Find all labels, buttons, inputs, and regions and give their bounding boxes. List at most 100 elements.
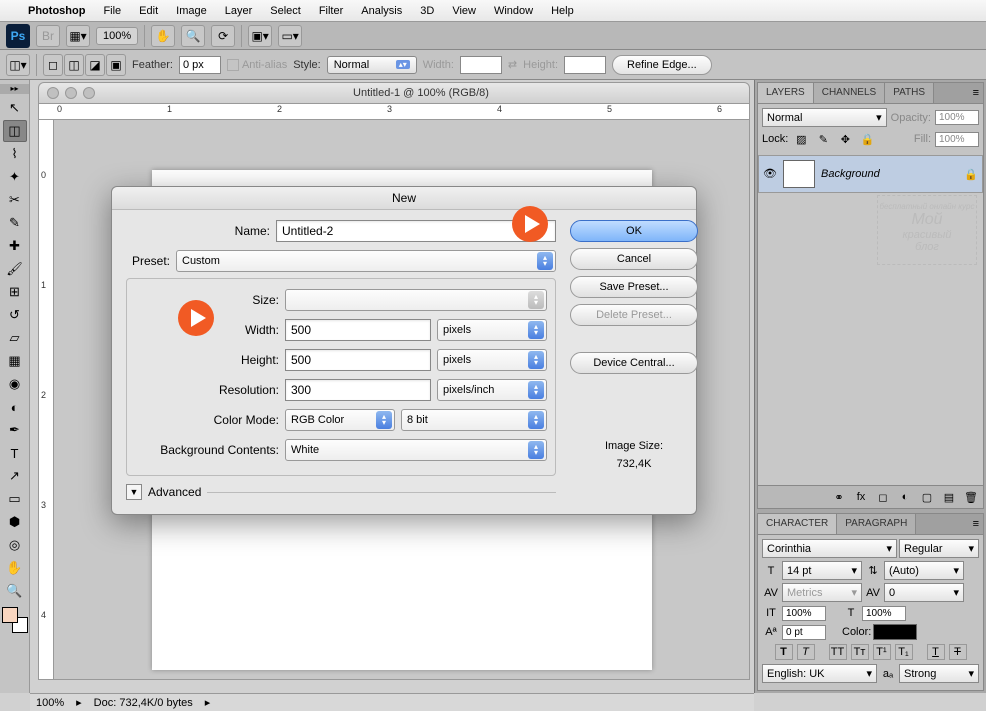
adjustment-layer-icon[interactable]: ◐ <box>896 489 914 505</box>
healing-tool[interactable]: ✚ <box>3 235 27 257</box>
leading-input[interactable]: (Auto)▾ <box>884 561 964 580</box>
selection-new-icon[interactable]: ◻ <box>43 54 63 76</box>
delete-preset-button[interactable]: Delete Preset... <box>570 304 698 326</box>
quick-select-tool[interactable]: ✦ <box>3 166 27 188</box>
tab-paths[interactable]: PATHS <box>885 83 934 103</box>
allcaps-icon[interactable]: TT <box>829 644 847 660</box>
tab-channels[interactable]: CHANNELS <box>814 83 885 103</box>
resolution-unit-select[interactable]: pixels/inch▴▾ <box>437 379 547 401</box>
stamp-tool[interactable]: ⊞ <box>3 281 27 303</box>
bgcontents-select[interactable]: White▴▾ <box>285 439 547 461</box>
tab-paragraph[interactable]: PARAGRAPH <box>837 514 916 534</box>
menu-view[interactable]: View <box>452 5 476 17</box>
superscript-icon[interactable]: T¹ <box>873 644 891 660</box>
tab-layers[interactable]: LAYERS <box>758 83 814 103</box>
tab-character[interactable]: CHARACTER <box>758 514 837 534</box>
antialias-checkbox-label[interactable]: Anti-alias <box>242 59 287 71</box>
panel-menu-icon[interactable]: ≡ <box>969 514 983 534</box>
font-size-input[interactable]: 14 pt▾ <box>782 561 862 580</box>
layer-fx-icon[interactable]: fx <box>852 489 870 505</box>
menu-3d[interactable]: 3D <box>420 5 434 17</box>
text-color-swatch[interactable] <box>873 624 917 640</box>
delete-layer-icon[interactable]: 🗑 <box>962 489 980 505</box>
vscale-input[interactable] <box>782 606 826 621</box>
layer-name[interactable]: Background <box>821 168 880 180</box>
zoom-tool[interactable]: 🔍 <box>3 580 27 602</box>
language-select[interactable]: English: UK▾ <box>762 664 877 683</box>
style-select[interactable]: Normal▴▾ <box>327 56 417 74</box>
eyedropper-tool[interactable]: ✎ <box>3 212 27 234</box>
current-tool-preset[interactable]: ◫▾ <box>6 54 30 76</box>
menu-filter[interactable]: Filter <box>319 5 343 17</box>
baseline-input[interactable] <box>782 625 826 640</box>
layer-row[interactable]: 👁 Background 🔒 <box>758 155 983 193</box>
size-select[interactable]: ▴▾ <box>285 289 547 311</box>
bridge-button[interactable]: Br <box>36 25 60 47</box>
menu-image[interactable]: Image <box>176 5 207 17</box>
lock-all-icon[interactable]: 🔒 <box>858 131 876 147</box>
3d-tool[interactable]: ⬢ <box>3 511 27 533</box>
width-input[interactable] <box>285 319 431 341</box>
rotate-view-quick[interactable]: ⟳ <box>211 25 235 47</box>
lock-transparent-icon[interactable]: ▨ <box>792 131 810 147</box>
smallcaps-icon[interactable]: Tᴛ <box>851 644 869 660</box>
fixed-width-input[interactable] <box>460 56 502 74</box>
lock-position-icon[interactable]: ✥ <box>836 131 854 147</box>
font-weight-select[interactable]: Regular▾ <box>899 539 979 558</box>
advanced-toggle[interactable]: ▼ <box>126 484 142 500</box>
dodge-tool[interactable]: ◐ <box>3 396 27 418</box>
preset-select[interactable]: Custom▴▾ <box>176 250 556 272</box>
fixed-height-input[interactable] <box>564 56 606 74</box>
link-layers-icon[interactable]: ⚭ <box>830 489 848 505</box>
hscale-input[interactable] <box>862 606 906 621</box>
fg-color-swatch[interactable] <box>2 607 18 623</box>
zoom-tool-quick[interactable]: 🔍 <box>181 25 205 47</box>
screen-mode[interactable]: ▭▾ <box>278 25 302 47</box>
visibility-eye-icon[interactable]: 👁 <box>763 167 777 181</box>
move-tool[interactable]: ↖ <box>3 97 27 119</box>
type-tool[interactable]: T <box>3 442 27 464</box>
layer-group-icon[interactable]: ▢ <box>918 489 936 505</box>
layer-mask-icon[interactable]: ◻ <box>874 489 892 505</box>
pen-tool[interactable]: ✒ <box>3 419 27 441</box>
menu-help[interactable]: Help <box>551 5 574 17</box>
menu-edit[interactable]: Edit <box>139 5 158 17</box>
menu-select[interactable]: Select <box>270 5 301 17</box>
gradient-tool[interactable]: ▦ <box>3 350 27 372</box>
hand-tool[interactable]: ✋ <box>3 557 27 579</box>
status-zoom[interactable]: 100% <box>36 697 64 709</box>
ok-button[interactable]: OK <box>570 220 698 242</box>
opacity-input[interactable]: 100% <box>935 110 979 125</box>
height-unit-select[interactable]: pixels▴▾ <box>437 349 547 371</box>
new-layer-icon[interactable]: ▤ <box>940 489 958 505</box>
fill-input[interactable]: 100% <box>935 132 979 147</box>
close-window-icon[interactable] <box>47 87 59 99</box>
selection-add-icon[interactable]: ◫ <box>64 54 84 76</box>
lasso-tool[interactable]: ⌇ <box>3 143 27 165</box>
history-brush-tool[interactable]: ↺ <box>3 304 27 326</box>
colormode-select[interactable]: RGB Color▴▾ <box>285 409 395 431</box>
arrange-documents[interactable]: ▣▾ <box>248 25 272 47</box>
path-select-tool[interactable]: ↗ <box>3 465 27 487</box>
marquee-tool[interactable]: ◫ <box>3 120 27 142</box>
faux-bold-icon[interactable]: T <box>775 644 793 660</box>
zoom-window-icon[interactable] <box>83 87 95 99</box>
save-preset-button[interactable]: Save Preset... <box>570 276 698 298</box>
underline-icon[interactable]: T <box>927 644 945 660</box>
color-swatches[interactable] <box>2 607 28 633</box>
resolution-input[interactable] <box>285 379 431 401</box>
eraser-tool[interactable]: ▱ <box>3 327 27 349</box>
menu-layer[interactable]: Layer <box>225 5 253 17</box>
view-extras-button[interactable]: ▦▾ <box>66 25 90 47</box>
subscript-icon[interactable]: T₁ <box>895 644 913 660</box>
bitdepth-select[interactable]: 8 bit▴▾ <box>401 409 547 431</box>
tracking-input[interactable]: 0▾ <box>884 583 964 602</box>
width-unit-select[interactable]: pixels▴▾ <box>437 319 547 341</box>
font-family-select[interactable]: Corinthia▾ <box>762 539 897 558</box>
crop-tool[interactable]: ✂ <box>3 189 27 211</box>
3d-camera-tool[interactable]: ◎ <box>3 534 27 556</box>
panel-menu-icon[interactable]: ≡ <box>969 83 983 103</box>
refine-edge-button[interactable]: Refine Edge... <box>612 55 712 75</box>
ps-logo-icon[interactable]: Ps <box>6 24 30 48</box>
zoom-level[interactable]: 100% <box>96 27 138 45</box>
